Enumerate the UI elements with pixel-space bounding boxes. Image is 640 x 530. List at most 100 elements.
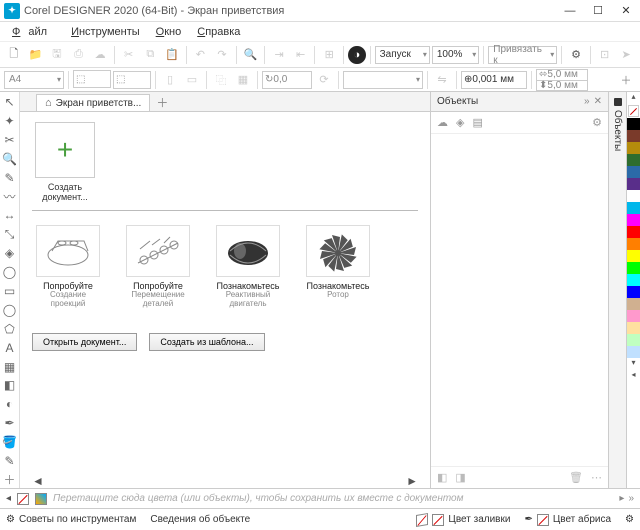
print-icon[interactable]: ⎙ bbox=[69, 45, 89, 65]
new-icon[interactable]: 🗋 bbox=[4, 45, 24, 65]
publish-icon[interactable]: ⊞ bbox=[319, 45, 339, 65]
no-color-swatch[interactable] bbox=[628, 105, 639, 117]
color-swatch[interactable] bbox=[627, 274, 640, 286]
color-swatch[interactable] bbox=[627, 310, 640, 322]
create-from-template-button[interactable]: Создать из шаблона... bbox=[149, 333, 264, 351]
copy-icon[interactable]: ⧉ bbox=[140, 45, 160, 65]
color-swatch[interactable] bbox=[627, 238, 640, 250]
cloud-icon[interactable]: ☁ bbox=[90, 45, 110, 65]
arrow-icon[interactable]: ➤ bbox=[616, 45, 636, 65]
docker-tabs[interactable]: Объекты bbox=[608, 92, 626, 488]
doc-swatch[interactable] bbox=[35, 493, 47, 505]
add-prop-icon[interactable]: ＋ bbox=[616, 70, 636, 90]
h-scrollbar[interactable]: ◄ ► bbox=[32, 476, 418, 486]
launch-dropdown[interactable]: Запуск bbox=[375, 46, 430, 64]
unknown-icon[interactable]: ⊡ bbox=[595, 45, 615, 65]
rotate-input[interactable]: ↻ 0,0 bbox=[262, 71, 312, 89]
connector-tool-icon[interactable]: ⤡ bbox=[2, 226, 18, 242]
shape-tool-icon[interactable]: ✦ bbox=[2, 113, 18, 129]
width-input[interactable]: ⬚ bbox=[73, 70, 111, 88]
dimension-tool-icon[interactable]: ↔ bbox=[2, 207, 18, 223]
pages-list-icon[interactable]: ▤ bbox=[472, 116, 482, 129]
color-swatch[interactable] bbox=[627, 214, 640, 226]
status-tips[interactable]: ⚙ Советы по инструментам bbox=[6, 514, 136, 525]
menu-tools[interactable]: Инструменты bbox=[63, 26, 148, 38]
page-icon[interactable]: ▦ bbox=[233, 70, 253, 90]
dup-x-input[interactable]: ⬄ 5,0 мм bbox=[536, 69, 588, 80]
rot-icon[interactable]: ⟳ bbox=[314, 70, 334, 90]
rectangle-tool-icon[interactable]: ▭ bbox=[2, 283, 18, 299]
table-tool-icon[interactable]: ▦ bbox=[2, 359, 18, 375]
transparency-tool-icon[interactable]: ◐ bbox=[2, 396, 18, 412]
dup-y-input[interactable]: ⬍ 5,0 мм bbox=[536, 80, 588, 91]
zoom-dropdown[interactable]: 100% bbox=[432, 46, 479, 64]
fill-tool-icon[interactable]: 🪣 bbox=[2, 434, 18, 450]
delete-icon[interactable]: 🗑 bbox=[569, 471, 583, 484]
menu-file[interactable]: Файлdocument.currentScript.previousSibli… bbox=[4, 26, 63, 38]
flip-h-icon[interactable]: ⇋ bbox=[432, 70, 452, 90]
color-swatch[interactable] bbox=[627, 166, 640, 178]
eyedropper-tool-icon[interactable]: ✒ bbox=[2, 415, 18, 431]
color-swatch[interactable] bbox=[627, 346, 640, 358]
undo-icon[interactable]: ↶ bbox=[191, 45, 211, 65]
status-object-info[interactable]: Сведения об объекте bbox=[150, 514, 250, 525]
outline-tool-icon[interactable]: ✎ bbox=[2, 453, 18, 469]
search-icon[interactable]: 🔍 bbox=[241, 45, 261, 65]
status-settings-icon[interactable]: ⚙ bbox=[625, 514, 634, 525]
no-fill-swatch[interactable] bbox=[17, 493, 29, 505]
text-tool-icon[interactable]: A bbox=[2, 340, 18, 356]
docker-close-icon[interactable]: ✕ bbox=[594, 96, 602, 107]
palette-menu-icon[interactable]: » bbox=[628, 493, 634, 504]
color-swatch[interactable] bbox=[627, 262, 640, 274]
new-master-icon[interactable]: ◨ bbox=[455, 471, 465, 484]
app-launcher-icon[interactable]: ◑ bbox=[348, 46, 366, 64]
docker-menu-icon[interactable]: » bbox=[584, 96, 590, 107]
sample-tile[interactable]: Познакомьтесь Реактивный двигатель bbox=[212, 225, 284, 309]
opts-icon[interactable]: ⋯ bbox=[591, 471, 602, 484]
export-icon[interactable]: ⇤ bbox=[291, 45, 311, 65]
scroll-right-icon[interactable]: ► bbox=[406, 474, 418, 488]
open-document-button[interactable]: Открыть документ... bbox=[32, 333, 137, 351]
color-swatch[interactable] bbox=[627, 154, 640, 166]
page-size-dropdown[interactable]: A4 bbox=[4, 71, 64, 89]
menu-window[interactable]: Окно bbox=[148, 26, 190, 38]
save-icon[interactable]: 🖫 bbox=[47, 45, 67, 65]
color-swatch[interactable] bbox=[627, 202, 640, 214]
zoom-tool-icon[interactable]: 🔍 bbox=[2, 151, 18, 167]
palette-next-icon[interactable]: ▸ bbox=[619, 493, 624, 504]
sample-tile[interactable]: Попробуйте Создание проекций bbox=[32, 225, 104, 309]
shadow-tool-icon[interactable]: ◧ bbox=[2, 377, 18, 393]
status-outline[interactable]: ✒ Цвет абриса bbox=[524, 514, 611, 526]
nudge-input[interactable]: ⊕ 0,001 мм bbox=[461, 71, 527, 89]
color-swatch[interactable] bbox=[627, 286, 640, 298]
close-button[interactable]: ✕ bbox=[612, 0, 640, 22]
import-icon[interactable]: ⇥ bbox=[269, 45, 289, 65]
new-tab-button[interactable]: ＋ bbox=[154, 94, 170, 111]
color-swatch[interactable] bbox=[627, 322, 640, 334]
color-swatch[interactable] bbox=[627, 334, 640, 346]
height-input[interactable]: ⬚ bbox=[113, 71, 151, 89]
scroll-left-icon[interactable]: ◄ bbox=[32, 474, 44, 488]
palette-down-icon[interactable]: ▾ bbox=[627, 358, 640, 370]
layer-icon[interactable]: ☁ bbox=[437, 116, 448, 129]
landscape-icon[interactable]: ▭ bbox=[182, 70, 202, 90]
paste-icon[interactable]: 📋 bbox=[162, 45, 182, 65]
curve-tool-icon[interactable]: 〰 bbox=[2, 188, 18, 204]
pages-icon[interactable]: ⿻ bbox=[211, 70, 231, 90]
sample-tile[interactable]: Познакомьтесь Ротор bbox=[302, 225, 374, 309]
pick-tool-icon[interactable]: ↖ bbox=[2, 94, 18, 110]
portrait-icon[interactable]: ▯ bbox=[160, 70, 180, 90]
color-swatch[interactable] bbox=[627, 142, 640, 154]
units-dropdown[interactable] bbox=[343, 71, 423, 89]
ellipse-tool-icon[interactable]: ◯ bbox=[2, 302, 18, 318]
palette-flyout-icon[interactable]: ◂ bbox=[627, 370, 640, 382]
page-icon[interactable]: ◈ bbox=[456, 116, 464, 129]
color-swatch[interactable] bbox=[627, 250, 640, 262]
color-swatch[interactable] bbox=[627, 190, 640, 202]
palette-up-icon[interactable]: ▴ bbox=[627, 92, 640, 104]
polygon-tool-icon[interactable]: ⬠ bbox=[2, 321, 18, 337]
more-tools-icon[interactable]: ＋ bbox=[2, 472, 18, 488]
maximize-button[interactable]: ☐ bbox=[584, 0, 612, 22]
palette-prev-icon[interactable]: ◂ bbox=[6, 493, 11, 504]
freehand-tool-icon[interactable]: ✎ bbox=[2, 170, 18, 186]
